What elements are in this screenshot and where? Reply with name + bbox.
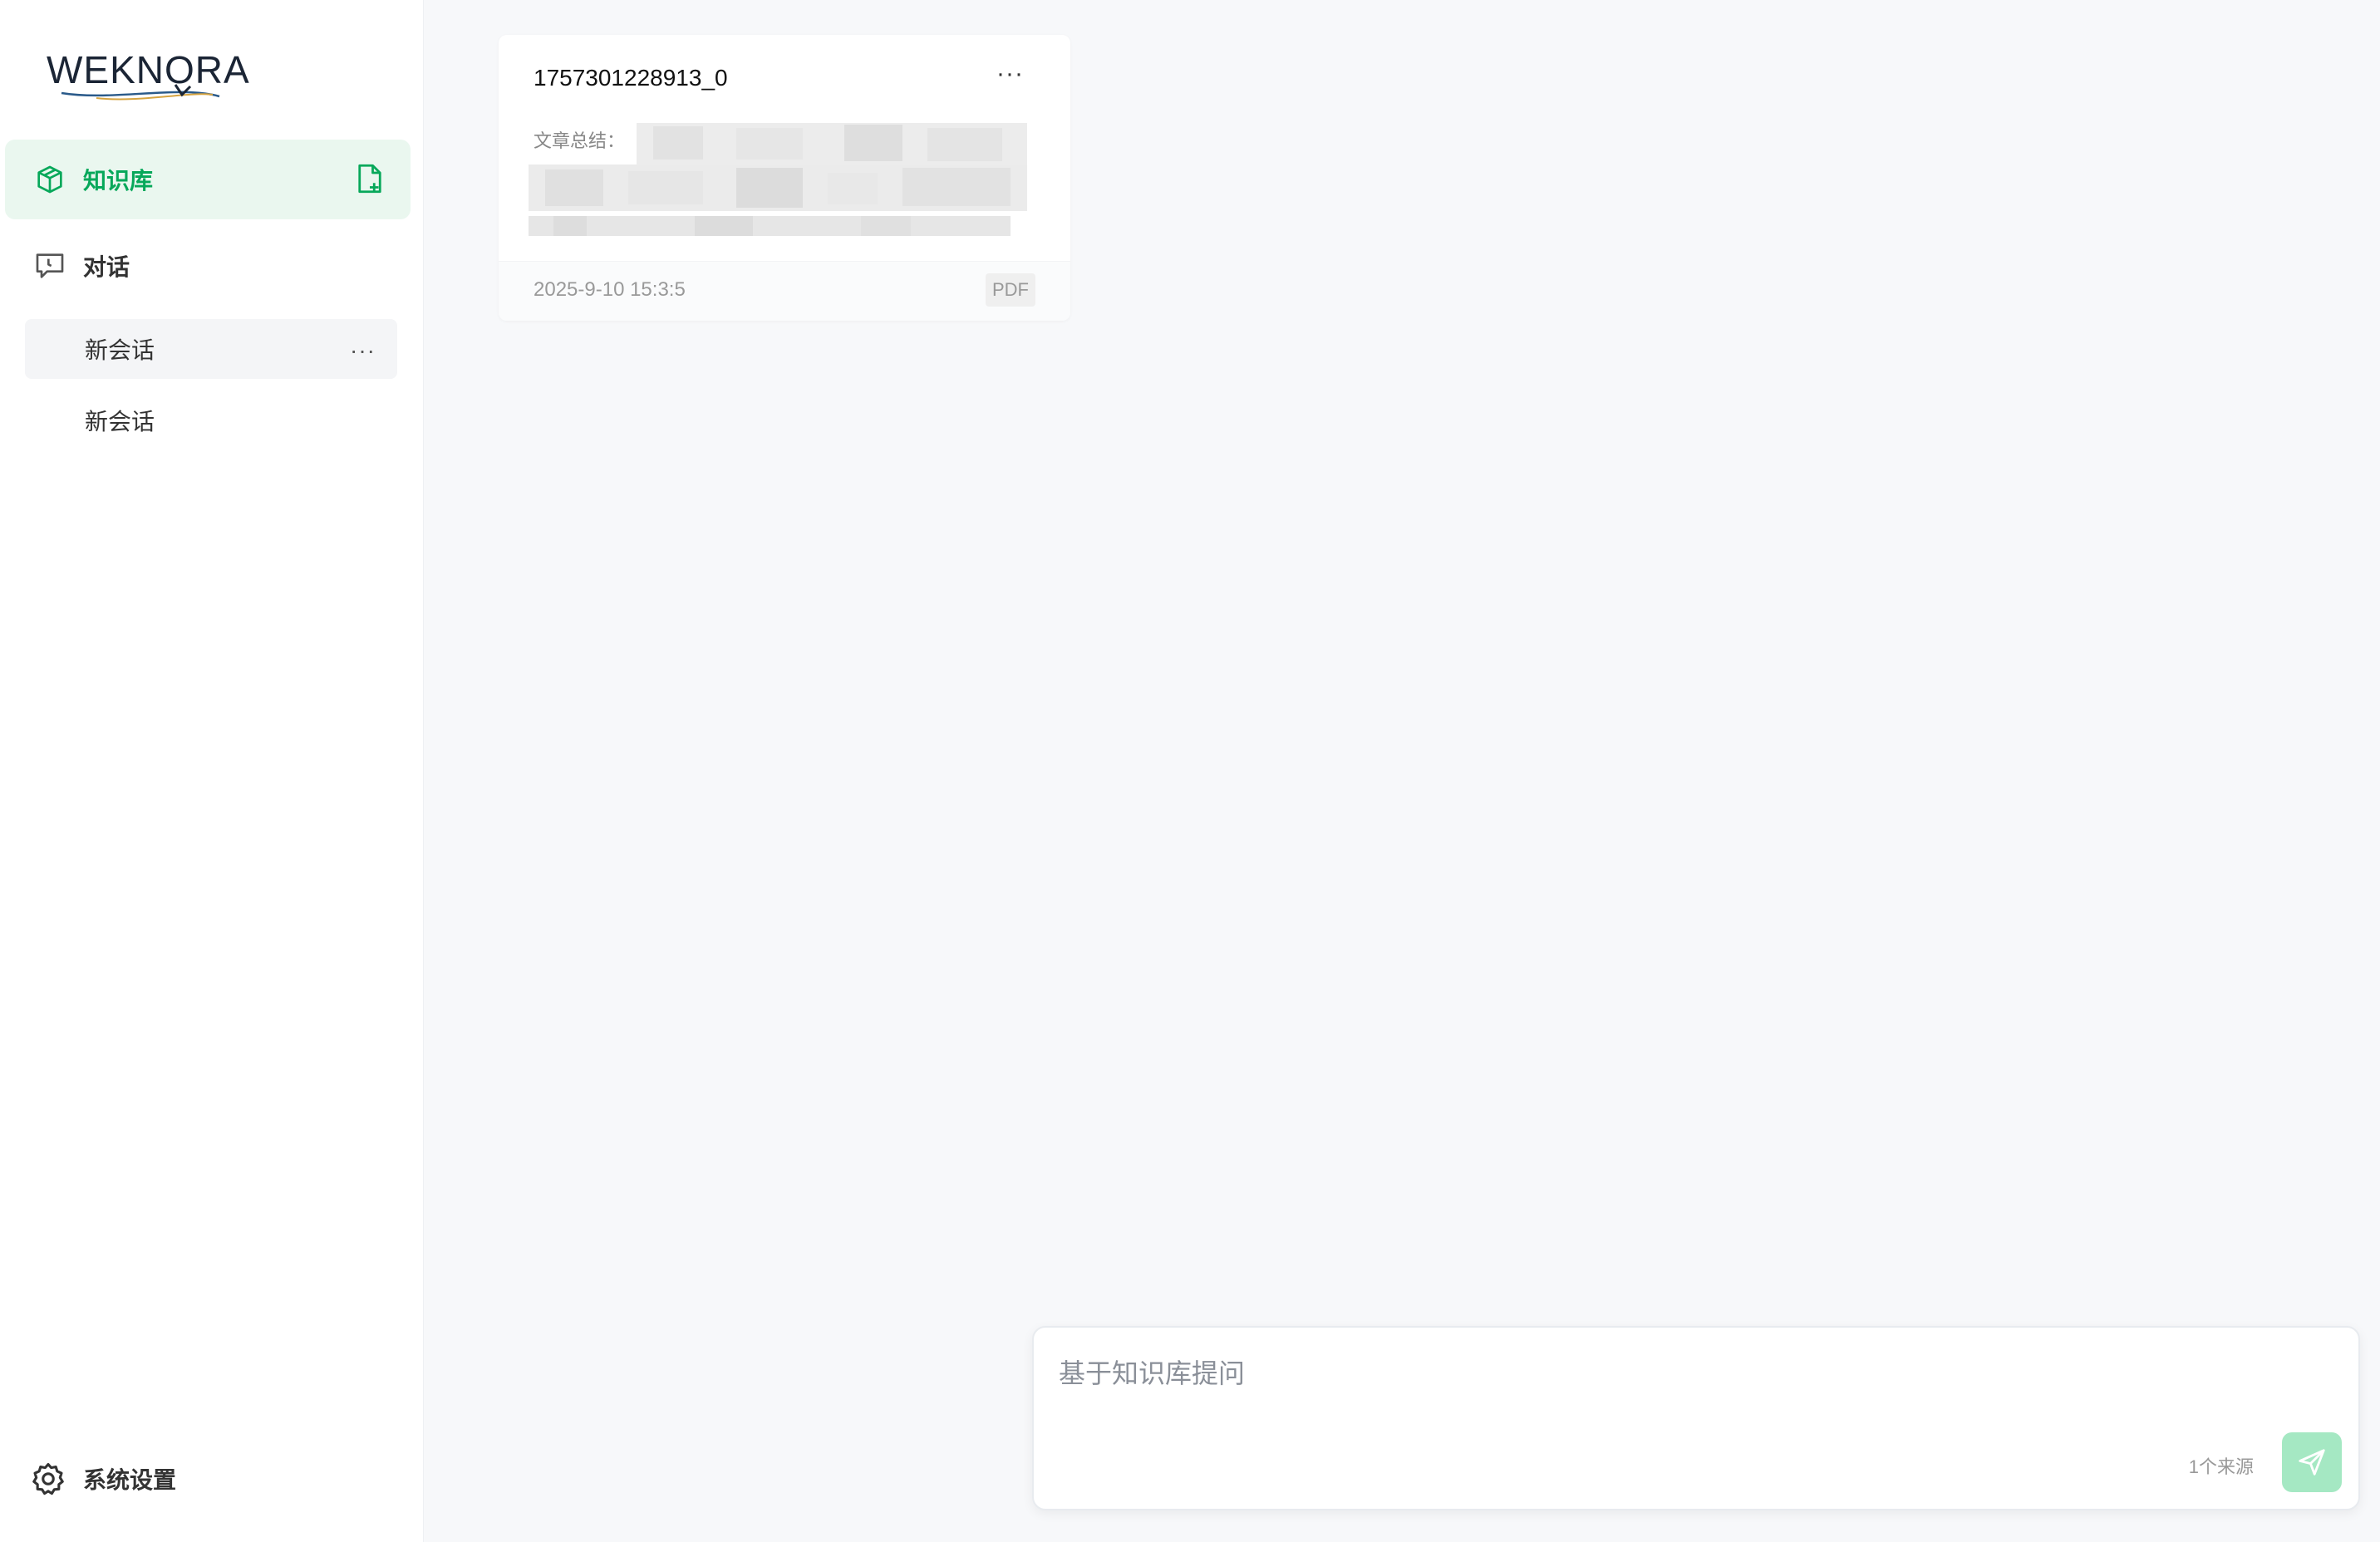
more-options-icon[interactable]: ···	[350, 337, 376, 364]
weknora-logo-graphic: WEKNORA	[47, 48, 250, 101]
session-label: 新会话	[85, 337, 155, 363]
document-title: 1757301228913_0	[534, 65, 728, 91]
document-card[interactable]: 1757301228913_0 ··· 文章总结： 2025-9-10 15:3…	[499, 35, 1070, 321]
session-item[interactable]: 新会话	[25, 390, 397, 450]
chat-icon	[33, 249, 66, 282]
system-settings-label: 系统设置	[83, 1467, 177, 1493]
sidebar: WEKNORA 知识库 对话 新会话 ··· 新会话 系统设置	[0, 0, 424, 1542]
card-footer: 2025-9-10 15:3:5 PDF	[499, 261, 1070, 321]
session-label: 新会话	[85, 409, 155, 435]
nav-knowledge-base-label: 知识库	[83, 168, 154, 194]
document-date: 2025-9-10 15:3:5	[534, 278, 686, 301]
system-settings-button[interactable]: 系统设置	[30, 1456, 176, 1502]
file-type-badge: PDF	[986, 273, 1035, 307]
chat-input-box: 1个来源	[1032, 1326, 2360, 1510]
svg-text:WEKNORA: WEKNORA	[47, 48, 250, 91]
session-item[interactable]: 新会话 ···	[25, 319, 397, 379]
nav-chat[interactable]: 对话	[5, 226, 411, 306]
sources-count[interactable]: 1个来源	[2189, 1452, 2254, 1479]
nav-chat-label: 对话	[83, 254, 130, 280]
weknora-logo[interactable]: WEKNORA	[47, 43, 271, 106]
card-more-icon[interactable]: ···	[996, 60, 1024, 88]
gear-icon	[30, 1461, 66, 1497]
question-input[interactable]	[1059, 1353, 2289, 1427]
send-icon	[2299, 1449, 2325, 1476]
nav-knowledge-base[interactable]: 知识库	[5, 140, 411, 219]
add-document-icon[interactable]	[352, 161, 387, 198]
summary-label: 文章总结：	[534, 130, 626, 151]
cube-icon	[33, 163, 66, 196]
send-button[interactable]	[2282, 1432, 2342, 1492]
